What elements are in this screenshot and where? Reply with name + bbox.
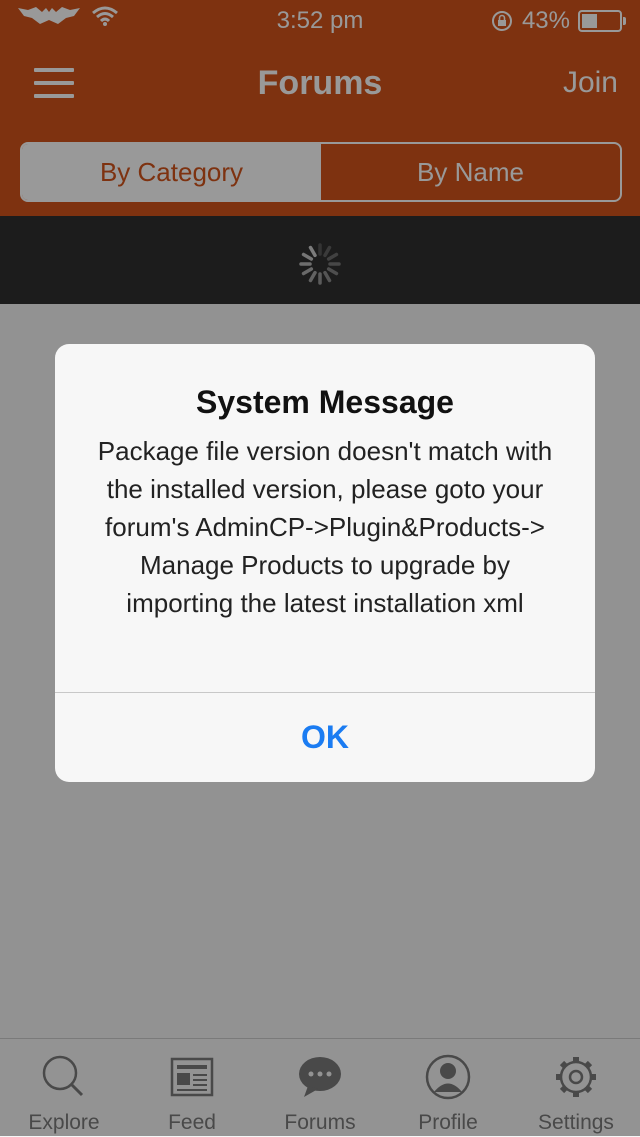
- dialog-title: System Message: [196, 384, 454, 420]
- ok-button[interactable]: OK: [55, 693, 595, 782]
- dialog-message: Package file version doesn't match with …: [97, 436, 553, 618]
- system-message-dialog: System Message Package file version does…: [55, 344, 595, 782]
